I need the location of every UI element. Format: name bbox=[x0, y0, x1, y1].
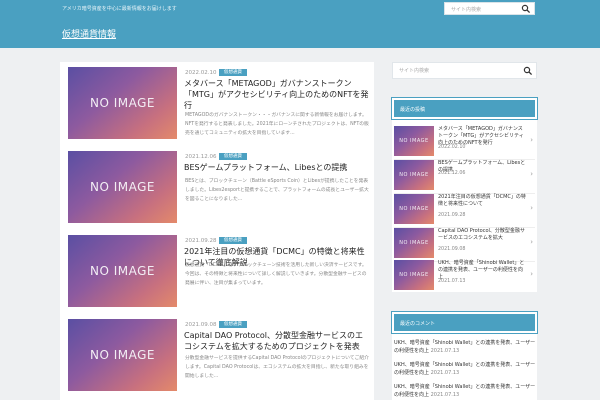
list-item[interactable]: UKH、暗号資産「Shinobi Wallet」との連携を発表、ユーザーの利便性… bbox=[394, 384, 537, 399]
no-image-label: NO IMAGE bbox=[399, 172, 429, 178]
recent-post-title[interactable]: メタバース「METAGOD」ガバナンストークン「MTG」がアクセシビリティ向上の… bbox=[438, 126, 526, 147]
post-title[interactable]: BESゲームプラットフォーム、Libesとの提携 bbox=[184, 162, 370, 173]
post-category-badge[interactable]: 仮想通貨 bbox=[219, 237, 247, 244]
list-item[interactable]: UKH、暗号資産「Shinobi Wallet」との連携を発表、ユーザーの利便性… bbox=[394, 340, 537, 355]
recent-post-date: 2021.12.06 bbox=[438, 171, 466, 176]
header-search-input[interactable]: サイト内検索 bbox=[451, 6, 481, 13]
chevron-right-icon: › bbox=[530, 170, 533, 178]
site-title-link[interactable]: 仮想通貨情報 bbox=[62, 27, 116, 40]
recent-post-thumbnail[interactable]: NO IMAGE bbox=[394, 228, 434, 258]
no-image-label: NO IMAGE bbox=[399, 240, 429, 246]
recent-post-title[interactable]: 2021年注目の仮想通貨「DCMC」の特徴と将来性について bbox=[438, 194, 526, 208]
recent-post-date: 2021.07.13 bbox=[438, 279, 466, 284]
post-thumbnail[interactable]: NO IMAGE bbox=[68, 151, 177, 223]
no-image-label: NO IMAGE bbox=[89, 348, 155, 362]
post-category-badge[interactable]: 仮想通貨 bbox=[219, 153, 247, 160]
no-image-label: NO IMAGE bbox=[89, 180, 155, 194]
sidebar-search-box[interactable]: サイト内検索 bbox=[392, 62, 537, 79]
no-image-label: NO IMAGE bbox=[89, 264, 155, 278]
no-image-label: NO IMAGE bbox=[89, 96, 155, 110]
post-title[interactable]: Capital DAO Protocol、分散型金融サービスのエコシステムを拡大… bbox=[184, 330, 370, 352]
recent-post-date: 2021.09.08 bbox=[438, 247, 466, 252]
post-excerpt: BESとは、ブロックチェーン（Battle eSports Coin）とLibe… bbox=[185, 179, 369, 202]
post-excerpt: 仮想通貨「DCMC」は、ブロックチェーン技術を活用した新しい決済サービスです。今… bbox=[185, 263, 367, 286]
recent-post-item[interactable]: NO IMAGE Capital DAO Protocol、分散型金融サービスの… bbox=[394, 226, 535, 260]
widget-heading-label: 最近の投稿 bbox=[400, 107, 426, 113]
recent-post-title[interactable]: UKH、暗号資産「Shinobi Wallet」との連携を発表、ユーザーの利便性… bbox=[438, 260, 526, 281]
post-category-badge[interactable]: 仮想通貨 bbox=[219, 321, 247, 328]
recent-comments-widget: 最近のコメント UKH、暗号資産「Shinobi Wallet」との連携を発表、… bbox=[391, 311, 538, 400]
post-card[interactable]: NO IMAGE 2022.02.10 仮想通貨 メタバース「METAGOD」ガ… bbox=[68, 67, 370, 140]
list-item-text[interactable]: UKH、暗号資産「Shinobi Wallet」との連携を発表、ユーザーの利便性… bbox=[394, 362, 535, 376]
post-thumbnail[interactable]: NO IMAGE bbox=[68, 67, 177, 139]
post-card[interactable]: NO IMAGE 2021.09.28 仮想通貨 2021年注目の仮想通貨「DC… bbox=[68, 235, 368, 308]
post-date: 2021.09.28 bbox=[185, 238, 217, 244]
recent-post-thumbnail[interactable]: NO IMAGE bbox=[394, 126, 434, 156]
post-category-badge[interactable]: 仮想通貨 bbox=[219, 69, 247, 76]
site-header: アメリカ暗号資産を中心に最新情報をお届けします 仮想通貨情報 サイト内検索 bbox=[0, 0, 600, 48]
post-date: 2022.02.10 bbox=[185, 70, 217, 76]
recent-post-thumbnail[interactable]: NO IMAGE bbox=[394, 260, 434, 290]
no-image-label: NO IMAGE bbox=[399, 138, 429, 144]
widget-heading: 最近の投稿 bbox=[391, 97, 538, 120]
list-item-date: 2021.07.13 bbox=[430, 391, 460, 398]
recent-post-item[interactable]: NO IMAGE UKH、暗号資産「Shinobi Wallet」との連携を発表… bbox=[394, 258, 535, 292]
post-thumbnail[interactable]: NO IMAGE bbox=[68, 319, 177, 391]
list-item-text[interactable]: UKH、暗号資産「Shinobi Wallet」との連携を発表、ユーザーの利便性… bbox=[394, 340, 535, 354]
recent-post-date: 2021.09.28 bbox=[438, 213, 466, 218]
post-date: 2021.12.06 bbox=[185, 154, 217, 160]
recent-post-item[interactable]: NO IMAGE BESゲームプラットフォーム、Libesとの提携 2021.1… bbox=[394, 158, 535, 192]
post-excerpt: 分散型金融サービスを提供するCapital DAO Protocolのプロジェク… bbox=[185, 356, 369, 379]
no-image-label: NO IMAGE bbox=[399, 272, 429, 278]
post-date: 2021.09.08 bbox=[185, 322, 217, 328]
post-thumbnail[interactable]: NO IMAGE bbox=[68, 235, 177, 307]
recent-post-item[interactable]: NO IMAGE 2021年注目の仮想通貨「DCMC」の特徴と将来性について 2… bbox=[394, 192, 535, 226]
chevron-right-icon: › bbox=[530, 238, 533, 246]
list-item-date: 2021.07.13 bbox=[430, 347, 460, 354]
widget-heading: 最近のコメント bbox=[391, 311, 538, 334]
list-item-text[interactable]: UKH、暗号資産「Shinobi Wallet」との連携を発表、ユーザーの利便性… bbox=[394, 384, 535, 398]
list-item-date: 2021.07.13 bbox=[430, 369, 460, 376]
chevron-right-icon: › bbox=[530, 136, 533, 144]
post-excerpt: METAGODのガバナンストークン・・・ガバナンスに関する新情報をお届けします。… bbox=[185, 113, 369, 136]
recent-post-item[interactable]: NO IMAGE メタバース「METAGOD」ガバナンストークン「MTG」がアク… bbox=[394, 124, 535, 158]
recent-post-title[interactable]: Capital DAO Protocol、分散型金融サービスのエコシステムを拡大 bbox=[438, 228, 526, 242]
search-icon[interactable] bbox=[523, 66, 533, 76]
recent-post-thumbnail[interactable]: NO IMAGE bbox=[394, 160, 434, 190]
list-item[interactable]: UKH、暗号資産「Shinobi Wallet」との連携を発表、ユーザーの利便性… bbox=[394, 362, 537, 377]
widget-heading-label: 最近のコメント bbox=[400, 321, 436, 327]
post-title[interactable]: メタバース「METAGOD」ガバナンストークン「MTG」がアクセシビリティ向上の… bbox=[184, 78, 370, 111]
chevron-right-icon: › bbox=[530, 270, 533, 278]
chevron-right-icon: › bbox=[530, 204, 533, 212]
no-image-label: NO IMAGE bbox=[399, 206, 429, 212]
site-tagline: アメリカ暗号資産を中心に最新情報をお届けします bbox=[62, 6, 177, 12]
search-icon[interactable] bbox=[521, 4, 531, 14]
recent-post-date: 2022.02.10 bbox=[438, 145, 466, 150]
sidebar-search-input[interactable]: サイト内検索 bbox=[399, 67, 429, 74]
recent-posts-widget: 最近の投稿 NO IMAGE メタバース「METAGOD」ガバナンストークン「M… bbox=[391, 97, 538, 292]
recent-post-thumbnail[interactable]: NO IMAGE bbox=[394, 194, 434, 224]
post-card[interactable]: NO IMAGE 2021.12.06 仮想通貨 BESゲームプラットフォーム、… bbox=[68, 151, 370, 224]
post-list: NO IMAGE 2022.02.10 仮想通貨 メタバース「METAGOD」ガ… bbox=[60, 62, 374, 400]
post-card[interactable]: NO IMAGE 2021.09.08 仮想通貨 Capital DAO Pro… bbox=[68, 319, 370, 392]
header-search-box[interactable]: サイト内検索 bbox=[444, 2, 535, 15]
